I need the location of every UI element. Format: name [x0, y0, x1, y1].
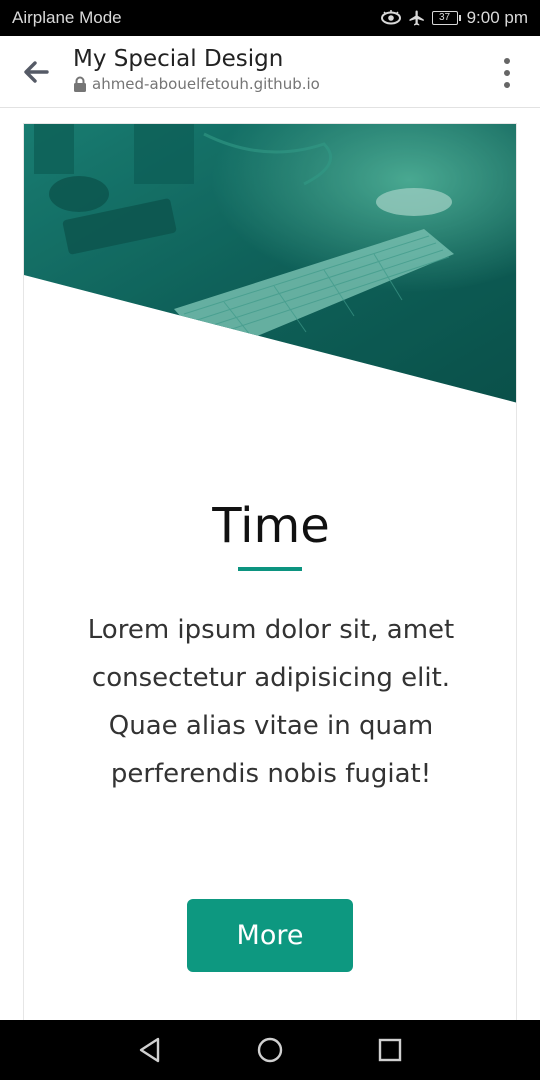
card-title: Time [212, 498, 330, 554]
hero-image [24, 124, 516, 403]
url-text: ahmed-abouelfetouh.github.io [92, 75, 320, 93]
url-row: ahmed-abouelfetouh.github.io [73, 75, 320, 93]
more-button[interactable]: More [187, 899, 353, 972]
title-area[interactable]: My Special Design ahmed-abouelfetouh.git… [73, 46, 320, 93]
card-description: Lorem ipsum dolor sit, amet consectetur … [87, 615, 455, 789]
status-icons: 37 9:00 pm [380, 8, 528, 28]
airplane-icon [408, 9, 426, 27]
eye-icon [380, 10, 402, 26]
recents-square-icon [378, 1038, 402, 1062]
carrier-text: Airplane Mode [12, 8, 122, 27]
web-content: Time Lorem ipsum dolor sit, amet consect… [0, 108, 540, 1043]
overflow-menu-button[interactable] [500, 58, 514, 88]
status-bar: Airplane Mode 37 9:00 pm [0, 0, 540, 36]
status-time: 9:00 pm [466, 8, 528, 27]
back-triangle-icon [139, 1037, 160, 1063]
battery-level: 37 [431, 11, 458, 25]
more-vert-icon [504, 58, 510, 64]
feature-card: Time Lorem ipsum dolor sit, amet consect… [23, 123, 517, 1043]
battery-icon: 37 [431, 11, 461, 25]
home-circle-icon [257, 1037, 283, 1063]
lock-icon [74, 76, 86, 92]
system-nav-bar [0, 1020, 540, 1080]
title-underline [238, 567, 302, 571]
browser-app-bar: My Special Design ahmed-abouelfetouh.git… [0, 36, 540, 108]
back-button[interactable] [16, 54, 56, 90]
nav-home-button[interactable] [250, 1030, 290, 1070]
nav-back-button[interactable] [130, 1030, 170, 1070]
back-arrow-icon [24, 61, 49, 83]
nav-recents-button[interactable] [370, 1030, 410, 1070]
page-title: My Special Design [73, 46, 284, 72]
